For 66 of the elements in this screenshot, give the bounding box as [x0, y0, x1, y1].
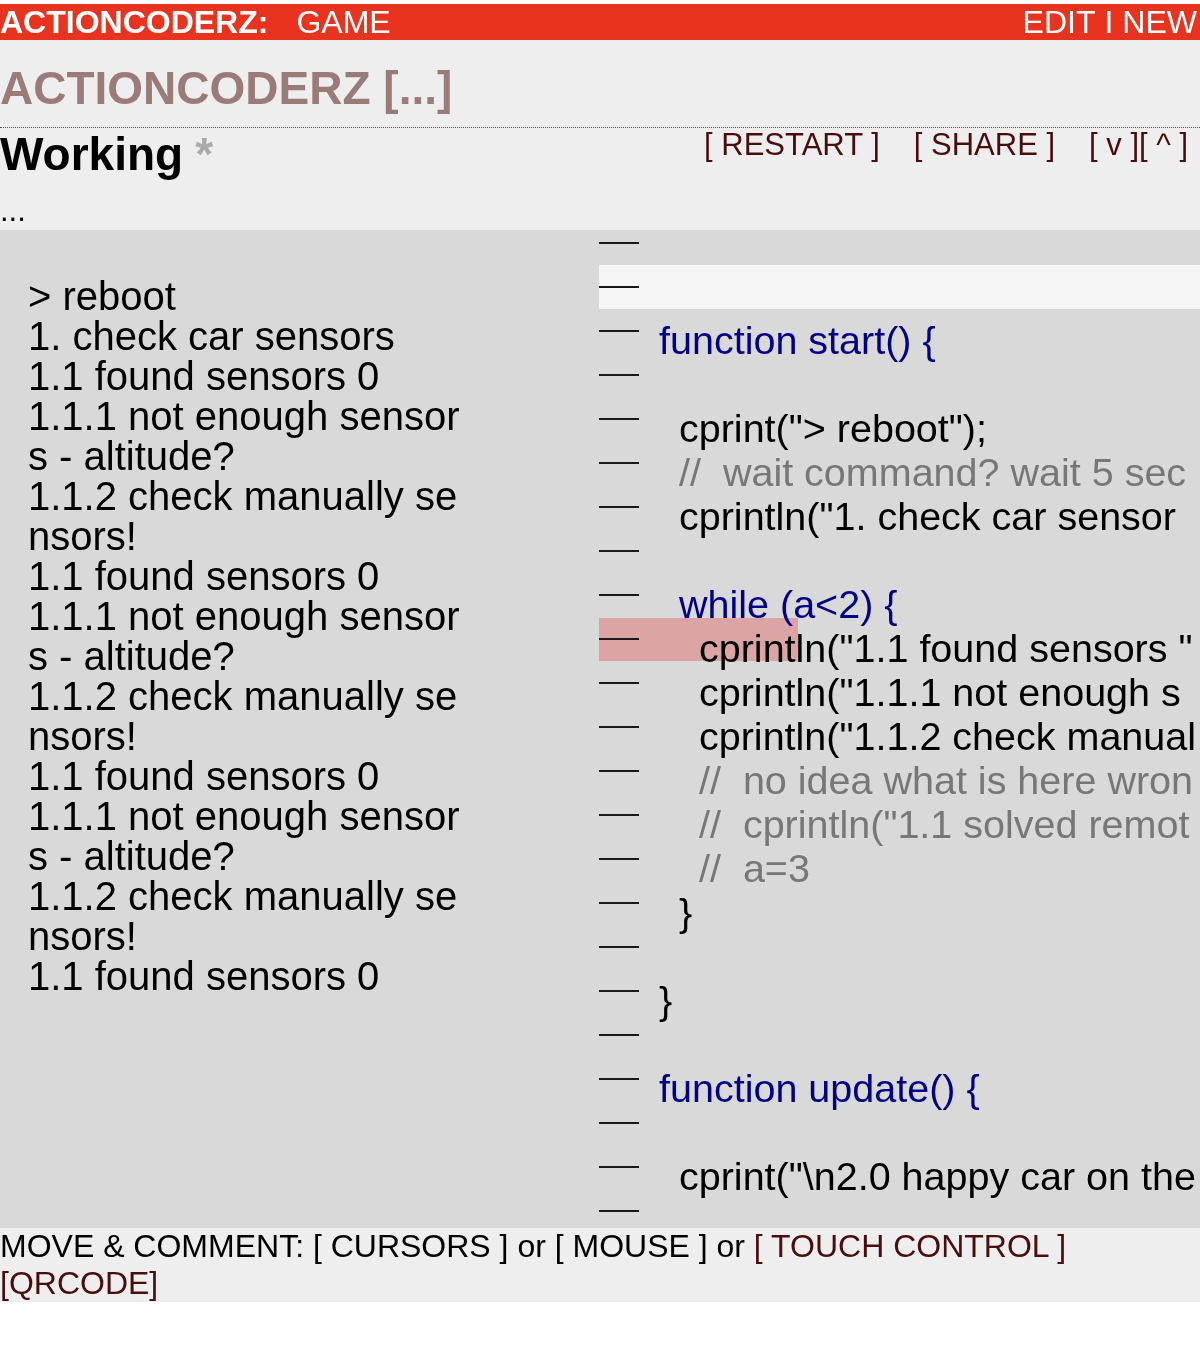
console-line: 1.1.1 not enough sensors - altitude?: [28, 596, 461, 676]
scroll-link[interactable]: [ v ]: [1089, 128, 1139, 162]
console-line: 1.1.2 check manually sensors!: [28, 476, 459, 556]
page-title: ACTIONCODERZ [...]: [0, 61, 453, 116]
footer-link[interactable]: [ TOUCH CONTROL ]: [753, 1228, 1067, 1264]
dash-icon: [599, 990, 639, 992]
status-text: Working: [0, 128, 184, 180]
code-line: function update() {: [659, 1068, 980, 1108]
brand-name: ACTIONCODERZ:: [0, 4, 269, 40]
dash-icon: [599, 286, 639, 288]
console-line: 1.1.1 not enough sensors - altitude?: [28, 796, 461, 876]
section-label: GAME: [296, 4, 391, 40]
dash-icon: [599, 418, 639, 420]
nav-link[interactable]: EDIT: [1022, 4, 1096, 40]
code-line: // cprintln("1.1 solved remot: [699, 804, 1190, 844]
dash-icon: [599, 682, 639, 684]
nav-link[interactable]: NEW: [1122, 4, 1197, 40]
code-line: while (a<2) {: [679, 584, 898, 624]
dash-icon: [599, 1210, 639, 1212]
controls-hint: MOVE & COMMENT: [ CURSORS ] or [ MOUSE ] or: [0, 1228, 745, 1264]
console-line: 1. check car sensors: [28, 316, 396, 356]
dash-icon: [599, 814, 639, 816]
scroll-link[interactable]: [ ^ ]: [1139, 128, 1188, 162]
dash-icon: [599, 638, 639, 640]
dash-icon: [599, 946, 639, 948]
dash-icon: [599, 1078, 639, 1080]
dash-icon: [599, 726, 639, 728]
dash-icon: [599, 770, 639, 772]
console-line: > reboot: [28, 276, 177, 316]
dash-icon: [599, 1166, 639, 1168]
action-link[interactable]: [ SHARE ]: [913, 128, 1056, 162]
code-line: cprint("\n2.0 happy car on the: [679, 1156, 1196, 1196]
console-line: 1.1.1 not enough sensors - altitude?: [28, 396, 461, 476]
progress-text: ...: [0, 194, 26, 228]
code-line: // no idea what is here wron: [699, 760, 1194, 800]
dash-icon: [599, 374, 639, 376]
nav-separator: I: [1104, 4, 1114, 40]
console-line: 1.1.2 check manually sensors!: [28, 676, 459, 756]
code-line: function start() {: [659, 320, 936, 360]
code-line: cprintln("1.1 found sensors ": [699, 628, 1193, 668]
status-mark: *: [195, 128, 214, 180]
action-link[interactable]: [ RESTART ]: [704, 128, 880, 162]
console-line: 1.1 found sensors 0: [28, 956, 381, 996]
dash-icon: [599, 1122, 639, 1124]
dash-icon: [599, 902, 639, 904]
code-line: // wait command? wait 5 sec: [679, 452, 1187, 492]
dash-icon: [599, 506, 639, 508]
dash-icon: [599, 330, 639, 332]
dash-icon: [599, 550, 639, 552]
console-line: 1.1 found sensors 0: [28, 356, 381, 396]
dash-icon: [599, 1034, 639, 1036]
code-line: cprintln("1.1.1 not enough s: [699, 672, 1181, 712]
code-line: // a=3: [699, 848, 810, 888]
code-line: cprint("> reboot");: [679, 408, 987, 448]
console-line: 1.1 found sensors 0: [28, 556, 381, 596]
console-line: 1.1 found sensors 0: [28, 756, 381, 796]
code-line: }: [659, 980, 673, 1020]
dash-icon: [599, 858, 639, 860]
code-line: cprintln("1.1.2 check manual: [699, 716, 1197, 756]
footer-link[interactable]: [QRCODE]: [0, 1265, 159, 1301]
code-line: }: [679, 892, 693, 932]
dash-icon: [599, 242, 639, 244]
console-line: 1.1.2 check manually sensors!: [28, 876, 459, 956]
code-line: cprintln("1. check car sensor: [679, 496, 1176, 536]
dash-icon: [599, 594, 639, 596]
dash-icon: [599, 462, 639, 464]
